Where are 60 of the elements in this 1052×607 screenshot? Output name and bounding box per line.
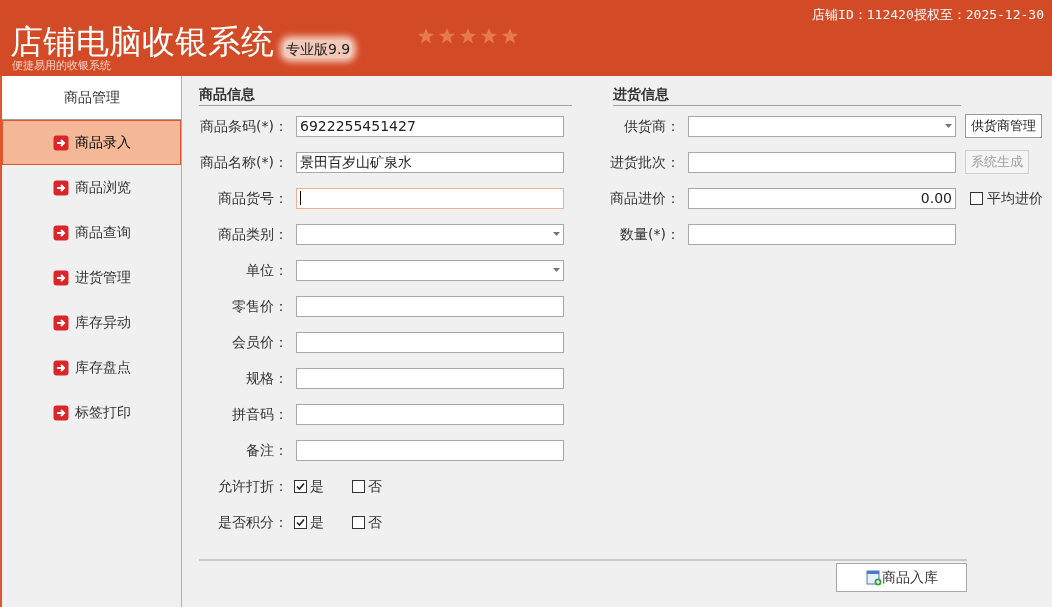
sidebar-item[interactable]: 库存盘点 — [2, 345, 181, 390]
input-field[interactable] — [296, 295, 564, 317]
field-label: 零售价： — [231, 296, 289, 316]
field-label: 数量(*)： — [619, 224, 680, 244]
field-label: 商品名称(*)： — [199, 152, 289, 172]
option-label: 否 — [368, 512, 382, 532]
sidebar-item[interactable]: 标签打印 — [2, 390, 181, 435]
action-button[interactable]: 供货商管理 — [965, 114, 1042, 138]
option-label: 是 — [310, 512, 324, 532]
dropdown-field[interactable] — [296, 223, 564, 245]
caret-icon — [553, 268, 560, 272]
field-label: 规格： — [245, 368, 289, 388]
checkbox[interactable] — [294, 479, 307, 493]
field-label: 备注： — [245, 440, 289, 460]
input-field[interactable] — [296, 331, 564, 353]
input-field[interactable] — [296, 187, 564, 209]
caret-icon — [945, 124, 952, 128]
field-label: 商品类别： — [217, 224, 289, 244]
sidebar-item[interactable]: 商品查询 — [2, 210, 181, 255]
sidebar-item[interactable]: 商品浏览 — [2, 165, 181, 210]
input-field[interactable]: 6922255451427 — [296, 115, 564, 137]
field-label: 供货商： — [623, 116, 680, 136]
sidebar-item[interactable]: 进货管理 — [2, 255, 181, 300]
section-heading: 进货信息 — [613, 85, 669, 104]
field-label: 拼音码： — [231, 404, 289, 424]
input-field[interactable] — [296, 403, 564, 425]
form-add-icon — [865, 569, 882, 586]
field-label: 进货批次： — [609, 152, 680, 172]
option-label: 平均进价 — [987, 188, 1043, 208]
field-label: 商品进价： — [609, 188, 680, 208]
edition-label: 专业版9.9 — [284, 40, 353, 58]
field-label: 商品条码(*)： — [199, 116, 289, 136]
sidebar-item[interactable]: 商品录入 — [2, 120, 181, 165]
option-label: 否 — [368, 476, 382, 496]
input-field[interactable] — [296, 439, 564, 461]
field-label: 单位： — [245, 260, 289, 280]
app-subtitle: 便捷易用的收银系统 — [12, 59, 111, 73]
license-text: 店铺ID：112420授权至：2025-12-30 — [812, 6, 1044, 24]
dropdown-field[interactable] — [296, 259, 564, 281]
input-field[interactable]: 0.00 — [688, 187, 956, 209]
input-field[interactable] — [296, 367, 564, 389]
checkbox[interactable] — [294, 515, 307, 529]
checkbox[interactable] — [352, 479, 365, 493]
sidebar-heading: 商品管理 — [2, 76, 181, 120]
input-field[interactable]: 景田百岁山矿泉水 — [296, 151, 564, 173]
sidebar-item[interactable]: 库存异动 — [2, 300, 181, 345]
field-label: 商品货号： — [217, 188, 289, 208]
checkbox[interactable] — [352, 515, 365, 529]
option-label: 是 — [310, 476, 324, 496]
app-title: 店铺电脑收银系统 — [10, 22, 274, 61]
submit-button[interactable]: 商品入库 — [836, 563, 967, 592]
checkbox[interactable] — [970, 191, 983, 205]
field-label: 允许打折： — [217, 476, 289, 496]
field-label: 是否积分： — [217, 512, 289, 532]
section-heading: 商品信息 — [199, 85, 255, 104]
input-field[interactable] — [688, 223, 956, 245]
dropdown-field[interactable] — [688, 115, 956, 137]
field-label: 会员价： — [231, 332, 289, 352]
input-field[interactable] — [688, 151, 956, 173]
caret-icon — [553, 232, 560, 236]
